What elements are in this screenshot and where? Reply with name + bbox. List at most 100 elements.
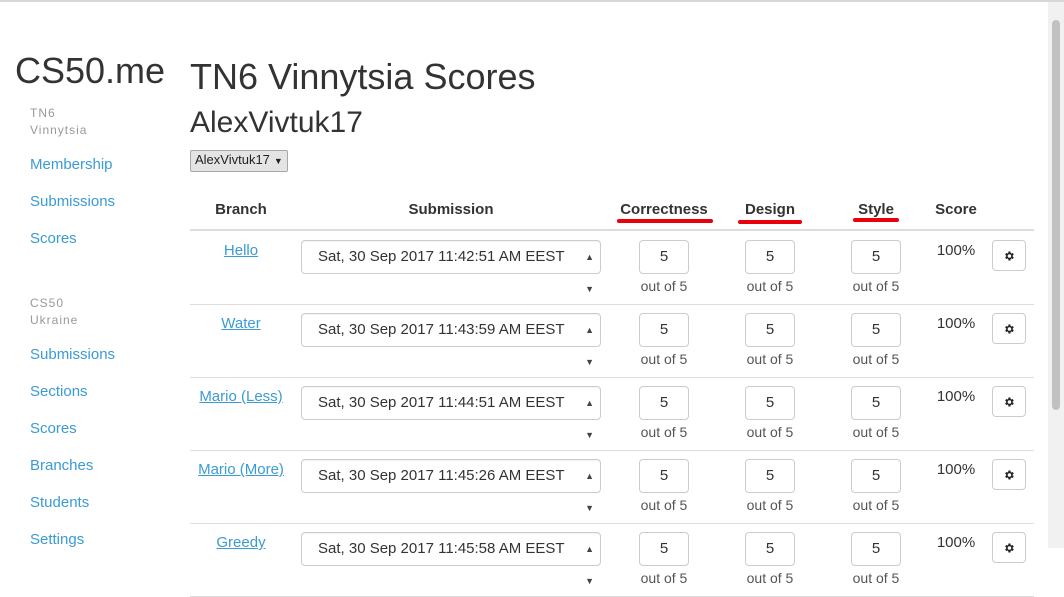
- student-select[interactable]: AlexVivtuk17 ▼: [190, 150, 288, 172]
- submission-select[interactable]: Sat, 30 Sep 2017 11:45:58 AM EEST ▲ ▼: [301, 532, 601, 586]
- correctness-input[interactable]: 5: [639, 532, 689, 566]
- sidebar-item-settings[interactable]: Settings: [30, 531, 160, 568]
- score-value: 100%: [936, 388, 976, 405]
- sidebar-item-submissions[interactable]: Submissions: [30, 193, 160, 230]
- row-settings-button[interactable]: [992, 240, 1026, 271]
- style-out-of: out of 5: [852, 424, 900, 440]
- design-out-of: out of 5: [746, 424, 794, 440]
- design-input[interactable]: 5: [745, 532, 795, 566]
- sidebar-heading-group: TN6 Vinnytsia: [30, 105, 160, 139]
- select-arrows-icon: ▲ ▼: [585, 398, 594, 440]
- submission-select[interactable]: Sat, 30 Sep 2017 11:42:51 AM EEST ▲ ▼: [301, 240, 601, 294]
- style-input[interactable]: 5: [851, 532, 901, 566]
- caret-down-icon: ▼: [273, 156, 283, 166]
- branch-link[interactable]: Mario (More): [190, 461, 292, 478]
- select-arrows-icon: ▲ ▼: [585, 252, 594, 294]
- design-input[interactable]: 5: [745, 459, 795, 493]
- sidebar-item-membership[interactable]: Membership: [30, 156, 160, 193]
- table-row: Greedy Sat, 30 Sep 2017 11:45:58 AM EEST ▲…: [190, 523, 1034, 597]
- submission-select-value: Sat, 30 Sep 2017 11:45:26 AM EEST: [318, 467, 565, 484]
- browser-top-border: [0, 0, 1064, 2]
- submission-select[interactable]: Sat, 30 Sep 2017 11:43:59 AM EEST ▲ ▼: [301, 313, 601, 367]
- style-input[interactable]: 5: [851, 459, 901, 493]
- gear-icon: [1005, 397, 1014, 406]
- column-header-style: Style: [858, 201, 894, 218]
- design-input[interactable]: 5: [745, 240, 795, 274]
- style-out-of: out of 5: [852, 497, 900, 513]
- style-annotation-underline: [853, 218, 899, 222]
- submission-select[interactable]: Sat, 30 Sep 2017 11:45:26 AM EEST ▲ ▼: [301, 459, 601, 513]
- branch-link[interactable]: Mario (Less): [190, 388, 292, 405]
- page-title: TN6 Vinnytsia Scores: [190, 56, 536, 97]
- correctness-input[interactable]: 5: [639, 459, 689, 493]
- design-input[interactable]: 5: [745, 313, 795, 347]
- scrollbar-thumb[interactable]: [1052, 20, 1060, 410]
- sidebar-item-branches[interactable]: Branches: [30, 457, 160, 494]
- sidebar: TN6 Vinnytsia Membership Submissions Sco…: [30, 105, 160, 568]
- submission-select-value: Sat, 30 Sep 2017 11:42:51 AM EEST: [318, 248, 565, 265]
- design-input[interactable]: 5: [745, 386, 795, 420]
- design-out-of: out of 5: [746, 570, 794, 586]
- row-settings-button[interactable]: [992, 386, 1026, 417]
- table-row: Mario (Less) Sat, 30 Sep 2017 11:44:51 AM…: [190, 377, 1034, 451]
- row-settings-button[interactable]: [992, 313, 1026, 344]
- sidebar-item-sections[interactable]: Sections: [30, 383, 160, 420]
- student-name-heading: AlexVivtuk17: [190, 106, 363, 139]
- design-out-of: out of 5: [746, 497, 794, 513]
- style-out-of: out of 5: [852, 351, 900, 367]
- score-value: 100%: [936, 534, 976, 551]
- sidebar-heading-line: Vinnytsia: [30, 123, 88, 137]
- branch-link[interactable]: Hello: [190, 242, 292, 259]
- table-row: Hello Sat, 30 Sep 2017 11:42:51 AM EEST ▲ ▼…: [190, 231, 1034, 305]
- page-scrollbar[interactable]: [1048, 2, 1064, 548]
- gear-icon: [1005, 251, 1014, 260]
- sidebar-heading-line: CS50: [30, 296, 65, 310]
- design-out-of: out of 5: [746, 278, 794, 294]
- sidebar-item-course-submissions[interactable]: Submissions: [30, 346, 160, 383]
- sidebar-item-students[interactable]: Students: [30, 494, 160, 531]
- sidebar-heading-line: TN6: [30, 106, 56, 120]
- submission-select-value: Sat, 30 Sep 2017 11:43:59 AM EEST: [318, 321, 565, 338]
- branch-link[interactable]: Water: [190, 315, 292, 332]
- correctness-out-of: out of 5: [640, 424, 688, 440]
- correctness-out-of: out of 5: [640, 278, 688, 294]
- sidebar-item-scores[interactable]: Scores: [30, 230, 160, 267]
- score-value: 100%: [936, 461, 976, 478]
- style-input[interactable]: 5: [851, 240, 901, 274]
- correctness-out-of: out of 5: [640, 497, 688, 513]
- sidebar-heading-course: CS50 Ukraine: [30, 295, 160, 329]
- column-header-score: Score: [935, 201, 977, 218]
- select-arrows-icon: ▲ ▼: [585, 544, 594, 586]
- submission-select-value: Sat, 30 Sep 2017 11:45:58 AM EEST: [318, 540, 565, 557]
- column-header-submission: Submission: [408, 201, 494, 218]
- design-out-of: out of 5: [746, 351, 794, 367]
- style-out-of: out of 5: [852, 570, 900, 586]
- sidebar-item-course-scores[interactable]: Scores: [30, 420, 160, 457]
- score-value: 100%: [936, 315, 976, 332]
- submission-select-value: Sat, 30 Sep 2017 11:44:51 AM EEST: [318, 394, 565, 411]
- style-input[interactable]: 5: [851, 386, 901, 420]
- gear-icon: [1005, 324, 1014, 333]
- correctness-out-of: out of 5: [640, 351, 688, 367]
- design-annotation-underline: [738, 220, 802, 224]
- submission-select[interactable]: Sat, 30 Sep 2017 11:44:51 AM EEST ▲ ▼: [301, 386, 601, 440]
- table-row: Water Sat, 30 Sep 2017 11:43:59 AM EEST ▲ ▼…: [190, 304, 1034, 378]
- select-arrows-icon: ▲ ▼: [585, 471, 594, 513]
- brand-logo[interactable]: CS50.me: [15, 50, 165, 92]
- column-header-correctness: Correctness: [620, 201, 708, 218]
- student-select-value: AlexVivtuk17: [195, 152, 270, 167]
- correctness-input[interactable]: 5: [639, 386, 689, 420]
- gear-icon: [1005, 470, 1014, 479]
- correctness-input[interactable]: 5: [639, 313, 689, 347]
- sidebar-heading-line: Ukraine: [30, 313, 79, 327]
- style-input[interactable]: 5: [851, 313, 901, 347]
- correctness-out-of: out of 5: [640, 570, 688, 586]
- column-header-branch: Branch: [215, 201, 267, 218]
- branch-link[interactable]: Greedy: [190, 534, 292, 551]
- style-out-of: out of 5: [852, 278, 900, 294]
- score-value: 100%: [936, 242, 976, 259]
- correctness-input[interactable]: 5: [639, 240, 689, 274]
- column-header-design: Design: [744, 201, 795, 218]
- select-arrows-icon: ▲ ▼: [585, 325, 594, 367]
- row-settings-button[interactable]: [992, 459, 1026, 490]
